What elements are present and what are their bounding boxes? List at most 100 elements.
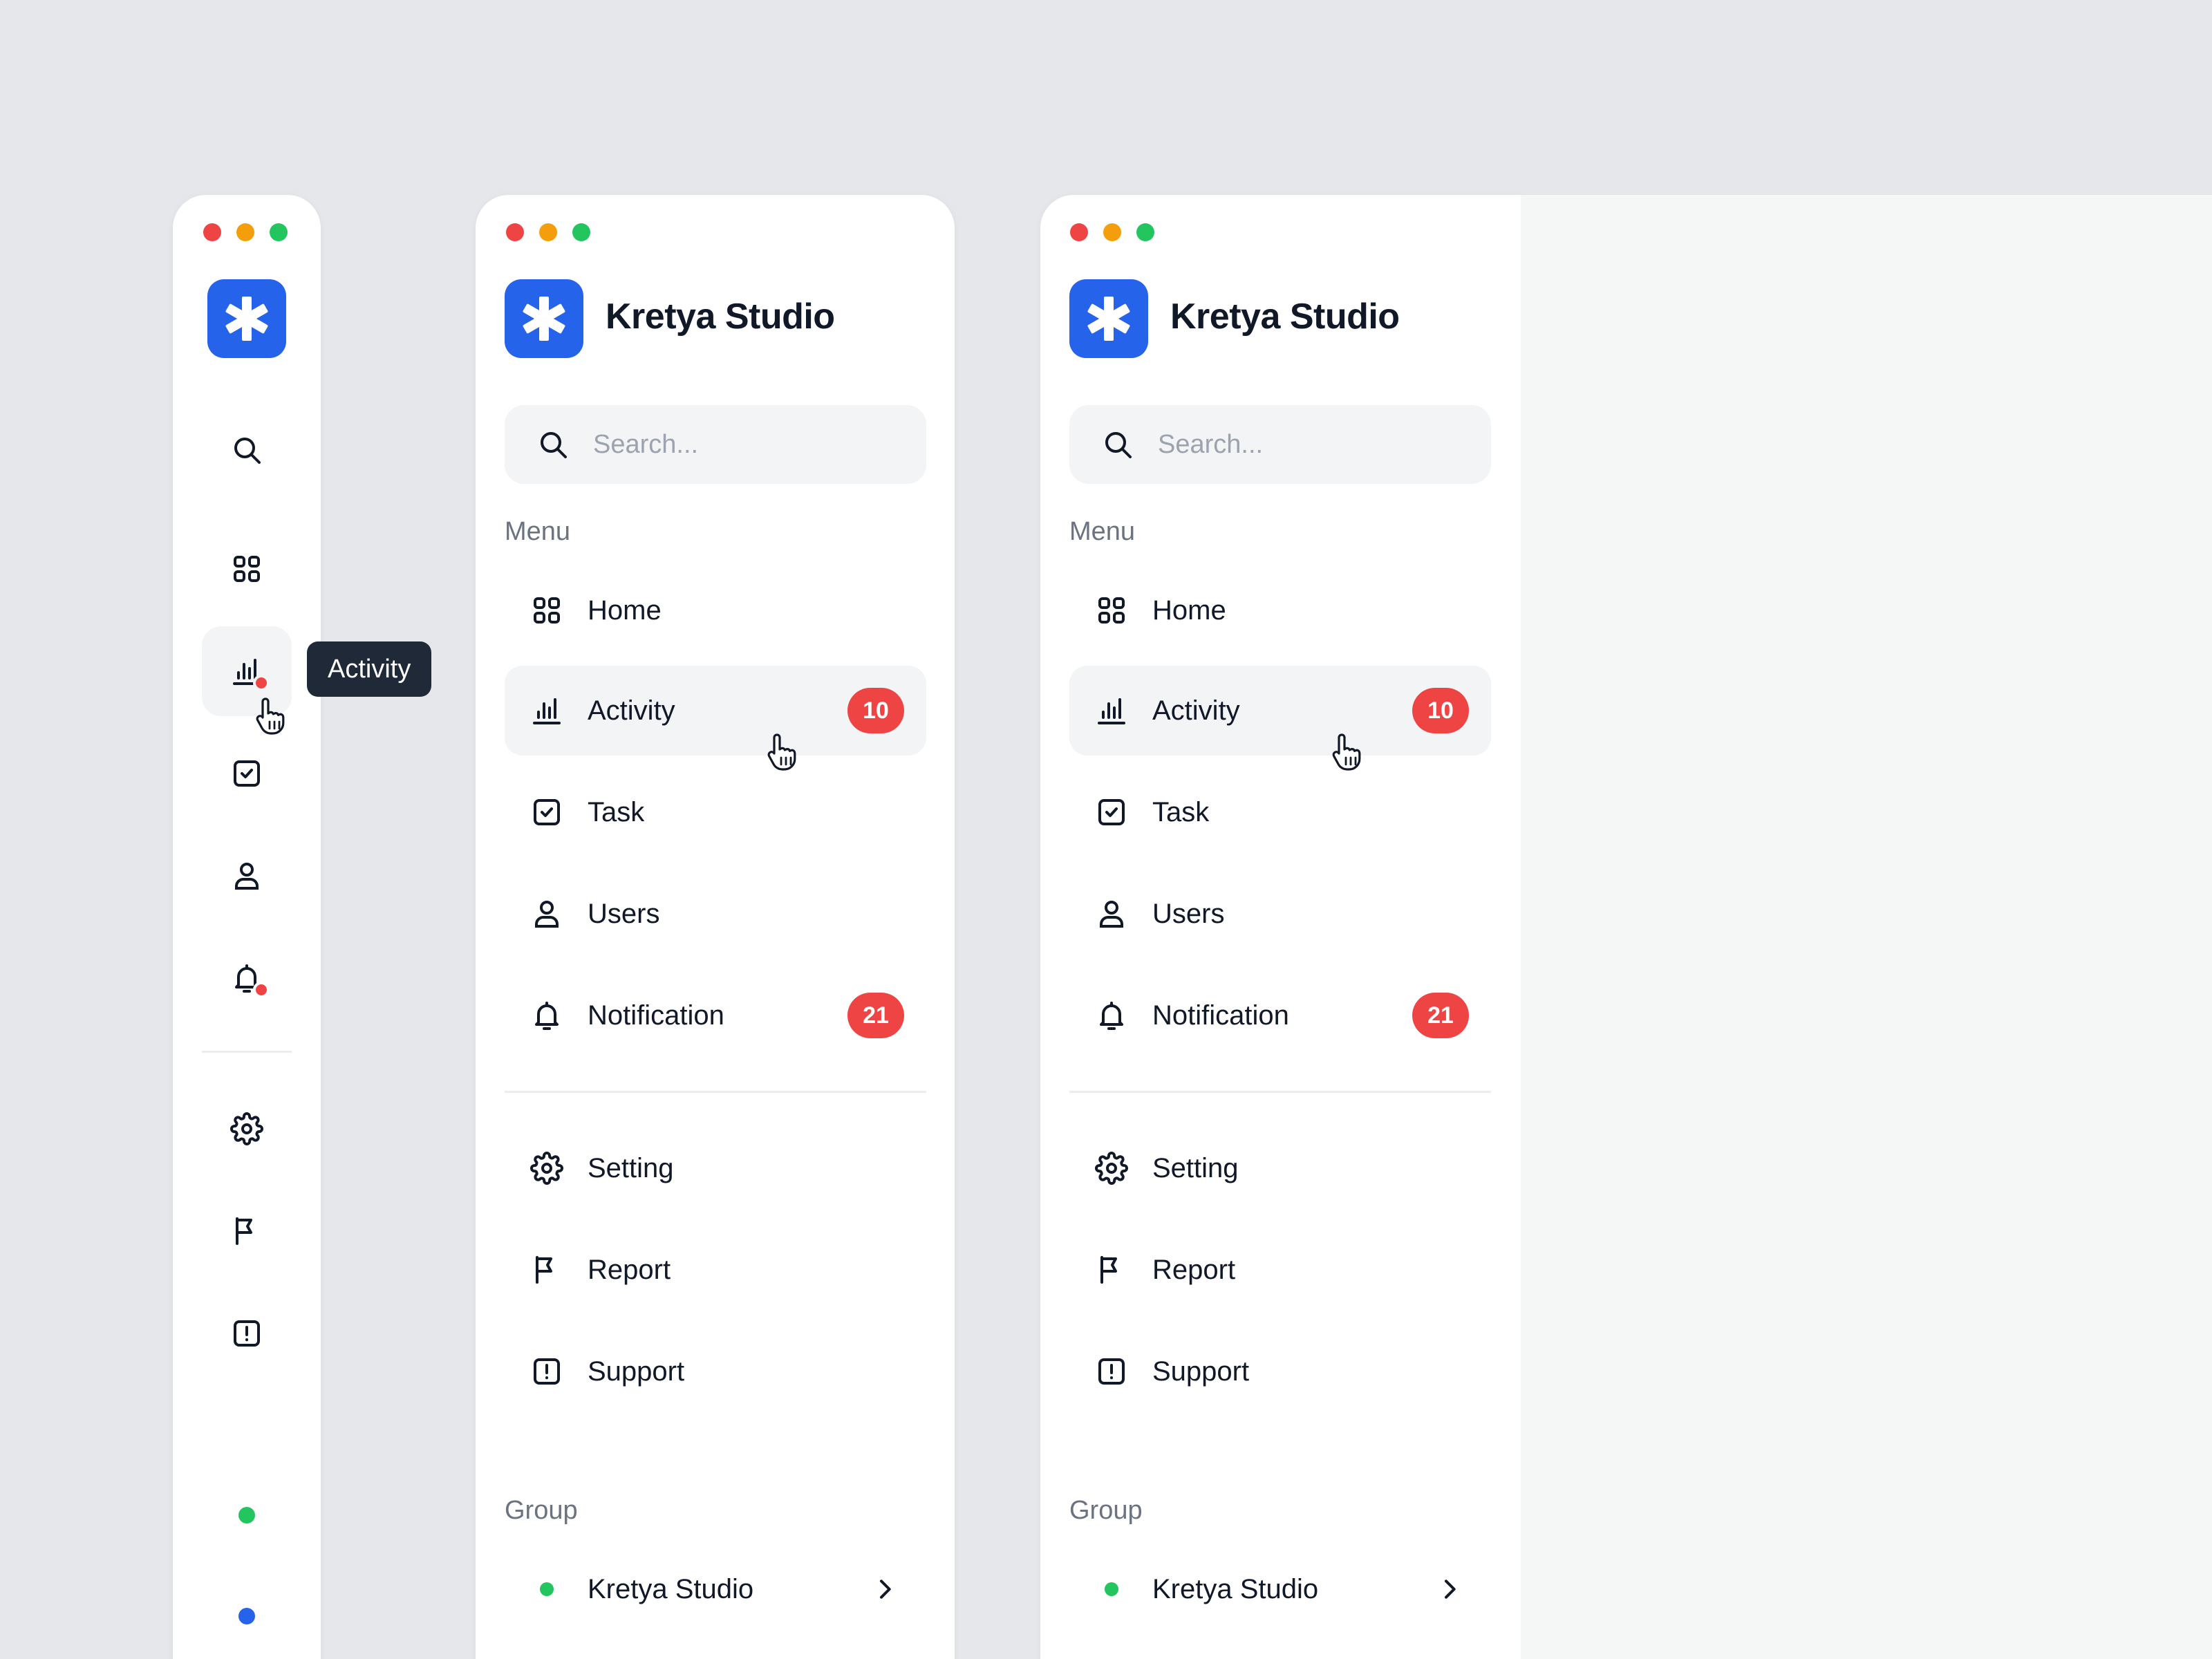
close-window-button[interactable] [203,223,221,241]
menu-item-label: Report [1152,1254,1236,1285]
menu-section-label: Menu [505,517,571,546]
hand-cursor-icon [767,733,796,771]
alert-square-icon [1094,1354,1129,1389]
menu-item-home[interactable]: Home [1069,565,1491,655]
menu-item-label: Setting [588,1152,674,1183]
search-bar[interactable] [505,405,926,484]
grid-icon [529,593,564,628]
bell-icon [1094,998,1129,1033]
rail-support-button[interactable] [202,1288,292,1378]
menu-item-support[interactable]: Support [1069,1327,1491,1416]
flag-icon [529,1253,564,1287]
menu-item-setting[interactable]: Setting [1069,1123,1491,1213]
notification-count-badge: 21 [1412,993,1469,1038]
menu-item-setting[interactable]: Setting [505,1123,926,1213]
hand-cursor-icon [256,697,285,735]
user-icon [529,897,564,931]
grid-icon [1094,593,1129,628]
menu-item-notification[interactable]: Notification 21 [505,971,926,1060]
bar-chart-icon [529,693,564,728]
rail-search-button[interactable] [202,405,292,495]
activity-count-badge: 10 [1412,688,1469,733]
check-square-icon [529,795,564,830]
group-item-kretya-studio[interactable]: Kretya Studio [505,1544,926,1634]
menu-item-notification[interactable]: Notification 21 [1069,971,1491,1060]
menu-item-task[interactable]: Task [505,767,926,857]
menu-item-label: Task [588,796,645,827]
check-square-icon [234,760,260,787]
search-icon [541,432,567,458]
rail-group-dot-green[interactable] [238,1507,255,1524]
brand-name: Kretya Studio [606,297,835,337]
search-icon [1105,432,1132,458]
window-controls [1070,223,1154,241]
menu-item-label: Notification [588,1000,724,1031]
menu-item-label: Users [588,898,660,929]
group-section-label: Group [1069,1496,1143,1525]
group-item-label: Kretya Studio [1152,1573,1319,1604]
menu-item-label: Home [1152,594,1226,626]
minimize-window-button[interactable] [1103,223,1121,241]
user-icon [235,863,259,890]
minimize-window-button[interactable] [539,223,557,241]
menu-item-label: Activity [1152,695,1240,726]
flag-icon [1094,1253,1129,1287]
main-content-area [1521,195,2212,1659]
menu-item-report[interactable]: Report [1069,1225,1491,1315]
alert-square-icon [234,1320,260,1347]
search-input[interactable] [593,429,897,460]
activity-count-badge: 10 [847,688,904,733]
menu-item-support[interactable]: Support [505,1327,926,1416]
notification-badge-dot [253,982,270,998]
menu-item-label: Users [1152,898,1225,929]
search-bar[interactable] [1069,405,1491,484]
rail-group-dot-blue[interactable] [238,1608,255,1624]
menu-item-label: Setting [1152,1152,1239,1183]
maximize-window-button[interactable] [572,223,590,241]
bell-icon [529,998,564,1033]
menu-item-users[interactable]: Users [1069,869,1491,959]
rail-home-button[interactable] [202,524,292,614]
rail-task-button[interactable] [202,729,292,818]
menu-item-home[interactable]: Home [505,565,926,655]
brand-name: Kretya Studio [1170,297,1400,337]
activity-tooltip: Activity [307,641,432,697]
grid-icon [234,556,260,582]
bar-chart-icon [1094,693,1129,728]
menu-item-label: Home [588,594,662,626]
group-section-label: Group [505,1496,578,1525]
rail-report-button[interactable] [202,1186,292,1276]
rail-notification-button[interactable] [202,933,292,1023]
group-item-kretya-studio[interactable]: Kretya Studio [1069,1544,1491,1634]
maximize-window-button[interactable] [1136,223,1154,241]
asterisk-logo-icon [225,297,268,341]
close-window-button[interactable] [506,223,524,241]
notification-count-badge: 21 [847,993,904,1038]
menu-item-users[interactable]: Users [505,869,926,959]
status-dot [529,1572,564,1606]
chevron-right-icon [880,1580,891,1599]
menu-item-activity[interactable]: Activity 10 [1069,666,1491,756]
menu-item-activity[interactable]: Activity 10 [505,666,926,756]
window-controls [506,223,590,241]
brand-logo[interactable] [1069,279,1148,358]
brand-logo[interactable] [505,279,583,358]
rail-setting-button[interactable] [202,1084,292,1174]
minimize-window-button[interactable] [236,223,254,241]
menu-item-label: Notification [1152,1000,1289,1031]
alert-square-icon [529,1354,564,1389]
rail-divider [202,1051,292,1053]
rail-users-button[interactable] [202,831,292,921]
menu-item-label: Activity [588,695,675,726]
menu-item-task[interactable]: Task [1069,767,1491,857]
maximize-window-button[interactable] [270,223,288,241]
search-icon [234,438,261,464]
user-icon [1094,897,1129,931]
close-window-button[interactable] [1070,223,1088,241]
menu-item-report[interactable]: Report [505,1225,926,1315]
asterisk-logo-icon [1087,297,1130,341]
menu-section-label: Menu [1069,517,1136,546]
brand-logo[interactable] [207,279,286,358]
search-input[interactable] [1158,429,1462,460]
window-controls-rail [203,223,288,241]
